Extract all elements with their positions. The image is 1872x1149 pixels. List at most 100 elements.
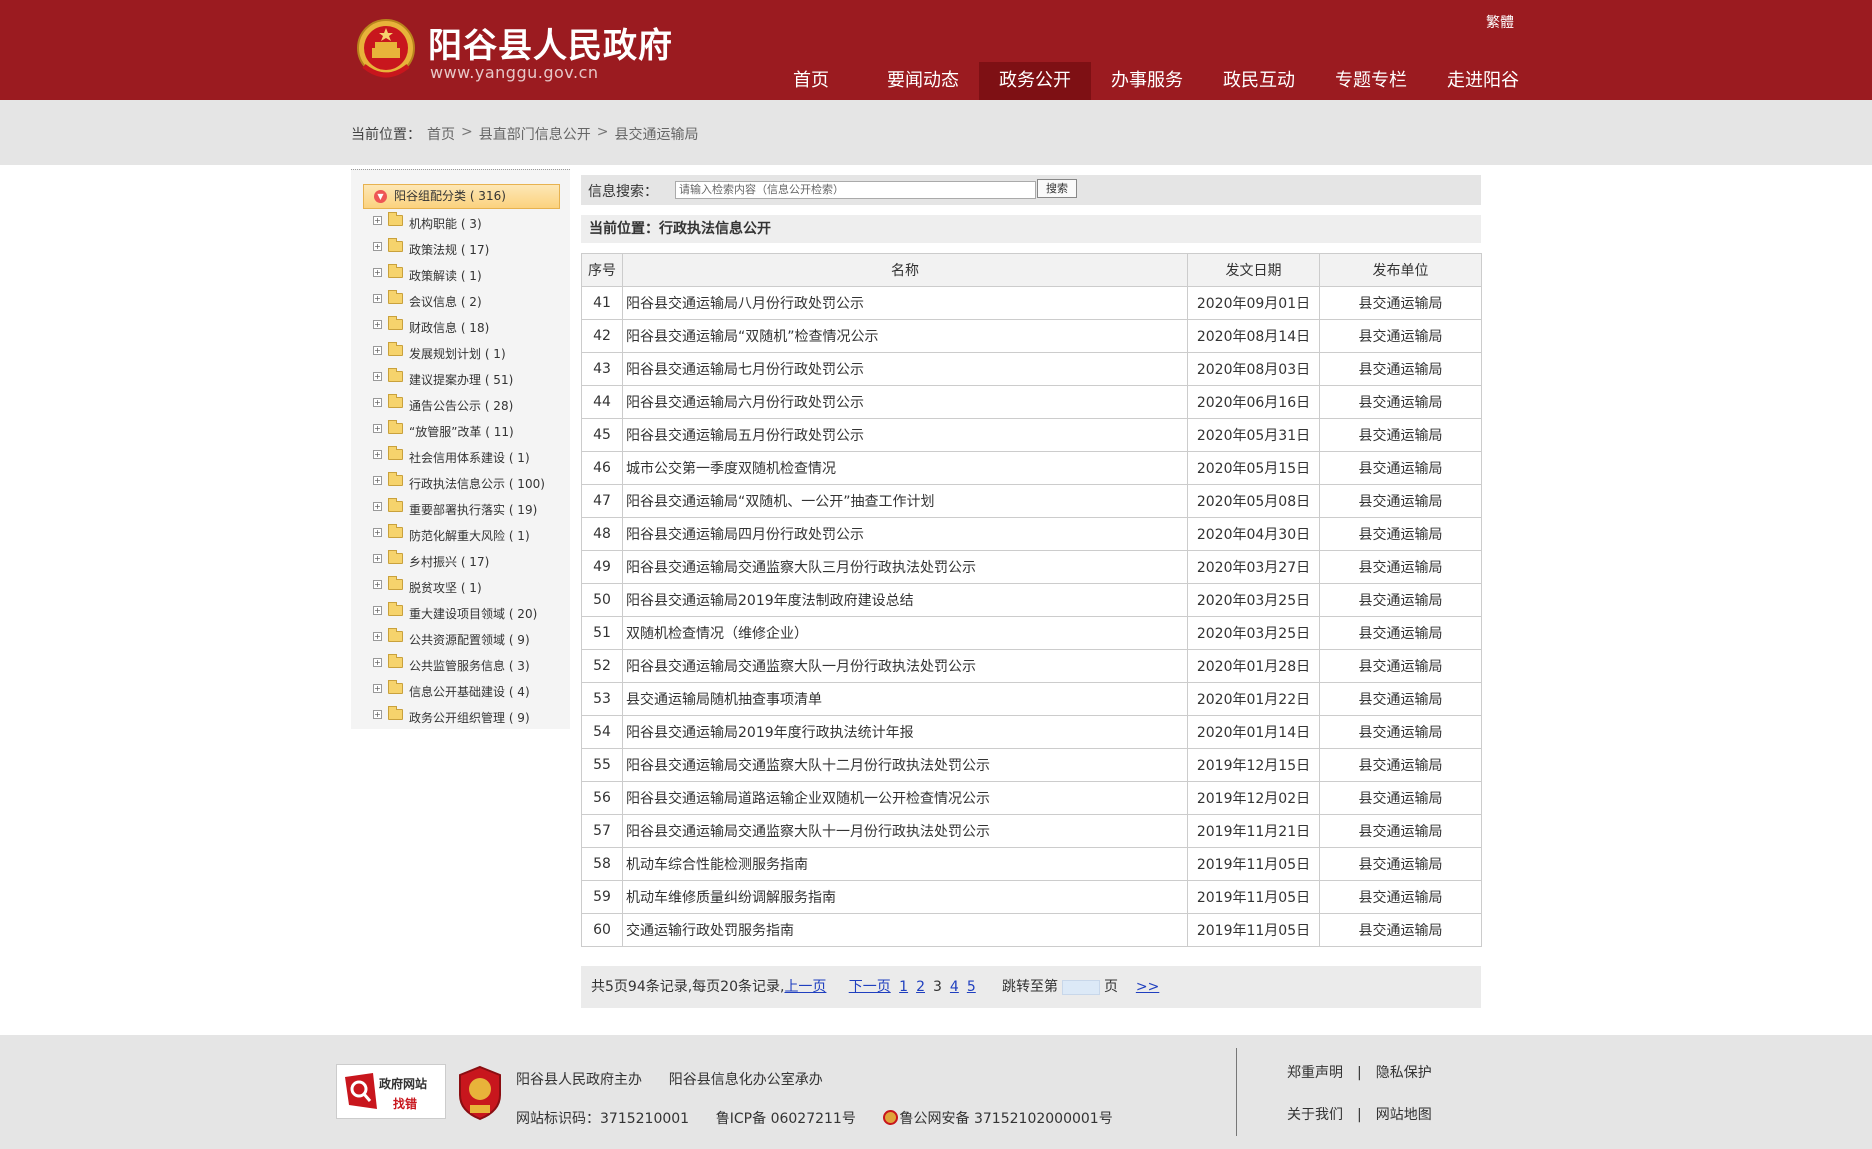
breadcrumb-bureau-link[interactable]: 县交通运输局	[614, 124, 698, 144]
document-link[interactable]: 城市公交第一季度双随机检查情况	[626, 461, 836, 477]
tree-item[interactable]: + 信息公开基础建设 ( 4)	[373, 678, 563, 704]
privacy-link[interactable]: 隐私保护	[1376, 1065, 1432, 1081]
report-error-badge[interactable]: 政府网站 找错	[336, 1064, 446, 1119]
expand-icon[interactable]: +	[373, 683, 382, 693]
document-link[interactable]: 阳谷县交通运输局交通监察大队一月份行政执法处罚公示	[626, 659, 976, 675]
expand-icon[interactable]: +	[373, 553, 382, 563]
tree-item[interactable]: + 社会信用体系建设 ( 1)	[373, 444, 563, 470]
expand-icon[interactable]: +	[373, 579, 382, 589]
folder-icon	[388, 627, 403, 642]
tree-item[interactable]: + 政策法规 ( 17)	[373, 236, 563, 262]
expand-icon[interactable]: +	[373, 423, 382, 433]
breadcrumb-department-link[interactable]: 县直部门信息公开	[479, 124, 591, 144]
footer-police-record[interactable]: 鲁公网安备 37152102000001号	[900, 1111, 1113, 1127]
jump-page-input[interactable]	[1062, 979, 1101, 995]
expand-icon[interactable]: +	[373, 605, 382, 615]
nav-item-6[interactable]: 走进阳谷	[1427, 62, 1539, 100]
row-index: 44	[581, 385, 623, 419]
about-us-link[interactable]: 关于我们	[1287, 1107, 1343, 1123]
jump-go-link[interactable]: >>	[1136, 979, 1159, 995]
document-link[interactable]: 阳谷县交通运输局“双随机”检查情况公示	[626, 329, 879, 345]
expand-icon[interactable]: +	[373, 709, 382, 719]
page-link[interactable]: 4	[950, 979, 959, 995]
disclaimer-link[interactable]: 郑重声明	[1287, 1065, 1343, 1081]
expand-icon[interactable]: +	[373, 371, 382, 381]
tree-item[interactable]: + 建议提案办理 ( 51)	[373, 366, 563, 392]
tree-item[interactable]: + 通告公告公示 ( 28)	[373, 392, 563, 418]
document-link[interactable]: 阳谷县交通运输局道路运输企业双随机一公开检查情况公示	[626, 791, 990, 807]
document-link[interactable]: 阳谷县交通运输局“双随机、一公开”抽查工作计划	[626, 494, 935, 510]
expand-icon[interactable]: +	[373, 657, 382, 667]
document-link[interactable]: 阳谷县交通运输局交通监察大队三月份行政执法处罚公示	[626, 560, 976, 576]
prev-page-link[interactable]: 上一页	[784, 979, 826, 995]
tree-item[interactable]: + 重大建设项目领域 ( 20)	[373, 600, 563, 626]
document-link[interactable]: 交通运输行政处罚服务指南	[626, 923, 794, 939]
document-link[interactable]: 阳谷县交通运输局六月份行政处罚公示	[626, 395, 864, 411]
traditional-chinese-link[interactable]: 繁體	[1486, 12, 1514, 32]
expand-icon[interactable]: +	[373, 397, 382, 407]
tree-item[interactable]: + 重要部署执行落实 ( 19)	[373, 496, 563, 522]
document-link[interactable]: 双随机检查情况（维修企业）	[626, 626, 808, 642]
expand-icon[interactable]: +	[373, 527, 382, 537]
document-link[interactable]: 阳谷县交通运输局四月份行政处罚公示	[626, 527, 864, 543]
tree-item[interactable]: + 防范化解重大风险 ( 1)	[373, 522, 563, 548]
footer-icp[interactable]: 鲁ICP备 06027211号	[716, 1111, 856, 1127]
expand-icon[interactable]: +	[373, 215, 382, 225]
document-link[interactable]: 阳谷县交通运输局八月份行政处罚公示	[626, 296, 864, 312]
folder-icon	[388, 601, 403, 616]
folder-icon	[388, 393, 403, 408]
next-page-link[interactable]: 下一页	[849, 979, 891, 995]
tree-item[interactable]: + 机构职能 ( 3)	[373, 210, 563, 236]
tree-item[interactable]: + 发展规划计划 ( 1)	[373, 340, 563, 366]
nav-item-5[interactable]: 专题专栏	[1315, 62, 1427, 100]
nav-item-4[interactable]: 政民互动	[1203, 62, 1315, 100]
document-link[interactable]: 县交通运输局随机抽查事项清单	[626, 692, 822, 708]
search-button[interactable]: 搜索	[1037, 179, 1077, 198]
row-unit: 县交通运输局	[1319, 319, 1482, 353]
expand-icon[interactable]: +	[373, 293, 382, 303]
row-index: 55	[581, 748, 623, 782]
page-link[interactable]: 5	[967, 979, 976, 995]
document-link[interactable]: 机动车维修质量纠纷调解服务指南	[626, 890, 836, 906]
document-link[interactable]: 阳谷县交通运输局2019年度法制政府建设总结	[626, 593, 914, 609]
expand-icon[interactable]: +	[373, 267, 382, 277]
tree-item[interactable]: + “放管服”改革 ( 11)	[373, 418, 563, 444]
tree-root-node[interactable]: ▼ 阳谷组配分类 ( 316)	[363, 184, 560, 209]
folder-icon	[388, 211, 403, 226]
document-link[interactable]: 阳谷县交通运输局五月份行政处罚公示	[626, 428, 864, 444]
breadcrumb-home-link[interactable]: 首页	[427, 124, 455, 144]
tree-item[interactable]: + 会议信息 ( 2)	[373, 288, 563, 314]
collapse-icon[interactable]: ▼	[374, 190, 387, 203]
nav-item-0[interactable]: 首页	[755, 62, 867, 100]
search-input[interactable]: 请输入检索内容（信息公开检索）	[675, 181, 1036, 199]
party-government-org-badge-icon[interactable]	[456, 1065, 504, 1121]
tree-item[interactable]: + 公共资源配置领域 ( 9)	[373, 626, 563, 652]
expand-icon[interactable]: +	[373, 345, 382, 355]
expand-icon[interactable]: +	[373, 449, 382, 459]
tree-item[interactable]: + 行政执法信息公示 ( 100)	[373, 470, 563, 496]
nav-item-1[interactable]: 要闻动态	[867, 62, 979, 100]
page-link[interactable]: 1	[899, 979, 908, 995]
tree-item[interactable]: + 乡村振兴 ( 17)	[373, 548, 563, 574]
expand-icon[interactable]: +	[373, 501, 382, 511]
expand-icon[interactable]: +	[373, 241, 382, 251]
nav-item-3[interactable]: 办事服务	[1091, 62, 1203, 100]
tree-item[interactable]: + 脱贫攻坚 ( 1)	[373, 574, 563, 600]
tree-item[interactable]: + 财政信息 ( 18)	[373, 314, 563, 340]
document-link[interactable]: 阳谷县交通运输局交通监察大队十二月份行政执法处罚公示	[626, 758, 990, 774]
row-index: 50	[581, 583, 623, 617]
document-link[interactable]: 机动车综合性能检测服务指南	[626, 857, 808, 873]
expand-icon[interactable]: +	[373, 475, 382, 485]
table-row: 60 交通运输行政处罚服务指南 2019年11月05日 县交通运输局	[581, 913, 1482, 947]
nav-item-2[interactable]: 政务公开	[979, 62, 1091, 100]
sitemap-link[interactable]: 网站地图	[1376, 1107, 1432, 1123]
document-link[interactable]: 阳谷县交通运输局2019年度行政执法统计年报	[626, 725, 914, 741]
tree-item[interactable]: + 政务公开组织管理 ( 9)	[373, 704, 563, 730]
page-link[interactable]: 2	[916, 979, 925, 995]
expand-icon[interactable]: +	[373, 631, 382, 641]
expand-icon[interactable]: +	[373, 319, 382, 329]
document-link[interactable]: 阳谷县交通运输局交通监察大队十一月份行政执法处罚公示	[626, 824, 990, 840]
document-link[interactable]: 阳谷县交通运输局七月份行政处罚公示	[626, 362, 864, 378]
tree-item[interactable]: + 公共监管服务信息 ( 3)	[373, 652, 563, 678]
tree-item[interactable]: + 政策解读 ( 1)	[373, 262, 563, 288]
